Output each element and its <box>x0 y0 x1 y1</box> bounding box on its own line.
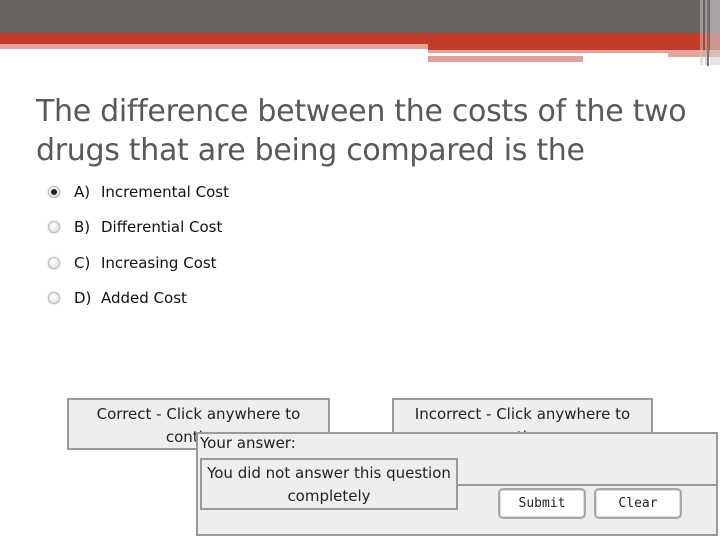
incorrect-feedback-box[interactable]: Incorrect - Click anywhere to continue <box>392 398 653 434</box>
radio-unchecked-icon[interactable] <box>48 221 60 233</box>
header-accent-bar <box>0 33 720 44</box>
option-label: Incremental Cost <box>101 183 229 201</box>
option-a[interactable]: A) Incremental Cost <box>48 180 229 204</box>
radio-unchecked-icon[interactable] <box>48 292 60 304</box>
radio-checked-icon[interactable] <box>48 186 60 198</box>
panel-divider <box>456 484 718 486</box>
option-label: Increasing Cost <box>101 254 217 272</box>
header-vertical-stripe <box>700 0 703 65</box>
option-d[interactable]: D) Added Cost <box>48 286 187 310</box>
header-accent-stripe <box>0 44 428 49</box>
option-label: Differential Cost <box>101 218 223 236</box>
incomplete-answer-message: You did not answer this question complet… <box>200 458 458 510</box>
option-c[interactable]: C) Increasing Cost <box>48 251 217 275</box>
header-accent-stripe <box>428 56 583 62</box>
option-b[interactable]: B) Differential Cost <box>48 215 222 239</box>
question-text: The difference between the costs of the … <box>36 94 687 168</box>
answer-panel: Your answer: You did not answer this que… <box>196 432 718 536</box>
radio-unchecked-icon[interactable] <box>48 257 60 269</box>
clear-button[interactable]: Clear <box>594 488 682 519</box>
option-label: Added Cost <box>101 289 187 307</box>
header-bar <box>0 0 720 33</box>
header-vertical-stripe <box>710 0 720 65</box>
submit-button[interactable]: Submit <box>498 488 586 519</box>
option-letter: D) <box>74 289 92 307</box>
header-vertical-stripe <box>707 0 709 66</box>
option-letter: C) <box>74 254 91 272</box>
your-answer-label: Your answer: <box>200 434 296 452</box>
option-letter: A) <box>74 183 91 201</box>
option-letter: B) <box>74 218 91 236</box>
